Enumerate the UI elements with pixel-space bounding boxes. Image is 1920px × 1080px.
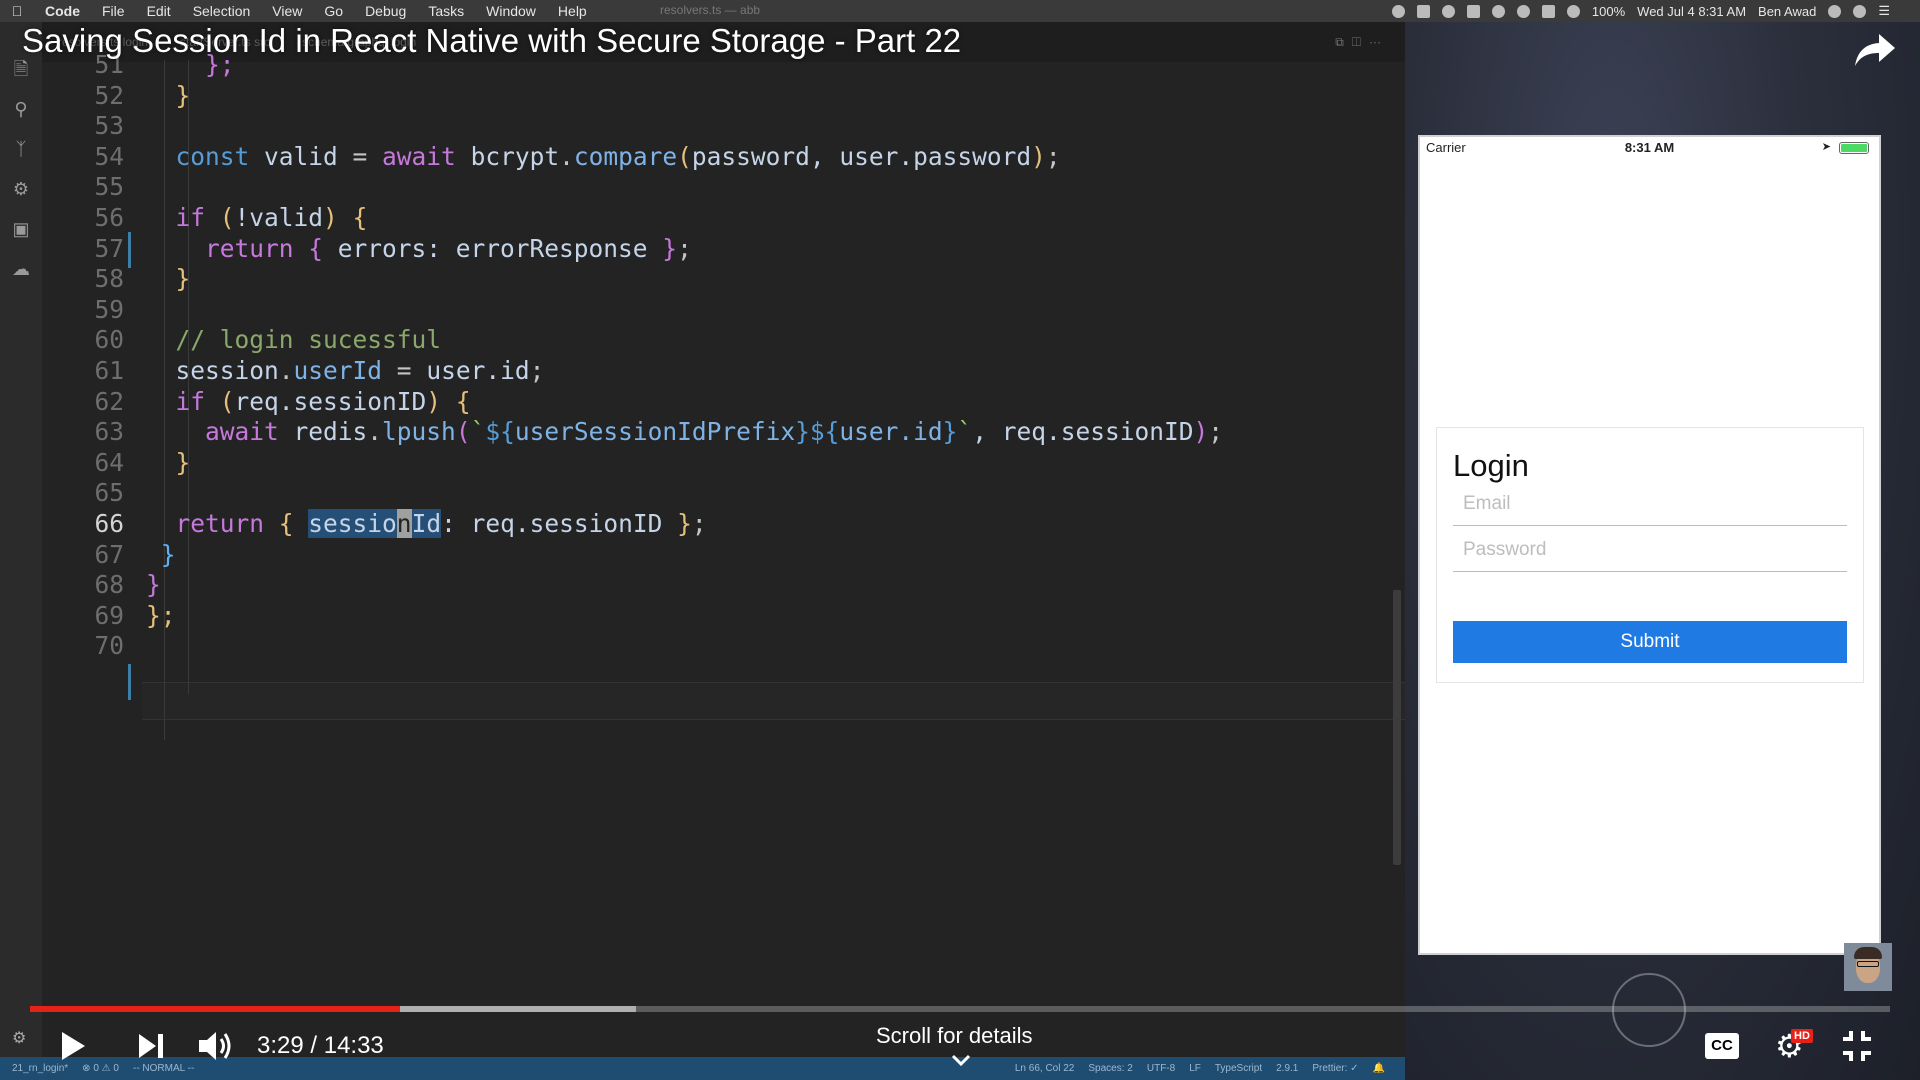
- login-title: Login: [1453, 448, 1529, 483]
- volume-icon[interactable]: [1566, 4, 1580, 18]
- share-icon[interactable]: [1853, 30, 1897, 70]
- video-title[interactable]: Saving Session Id in React Native with S…: [22, 22, 961, 60]
- volume-icon[interactable]: [196, 1027, 236, 1065]
- docker-icon[interactable]: ☁: [10, 258, 32, 280]
- menubar-user[interactable]: Ben Awad: [1758, 4, 1816, 19]
- editor-actions[interactable]: ⧉◫⋯: [1335, 35, 1405, 50]
- progress-played: [30, 1006, 401, 1012]
- email-field[interactable]: [1453, 482, 1847, 526]
- exit-fullscreen-icon[interactable]: [1840, 1027, 1874, 1065]
- battery-percent: 100%: [1591, 3, 1626, 19]
- captions-button[interactable]: CC: [1705, 1033, 1739, 1059]
- manage-gear-icon[interactable]: ⚙: [12, 1028, 26, 1048]
- mac-menu-bar:  Code File Edit Selection View Go Debug…: [0, 0, 1920, 22]
- line-text: };: [146, 600, 176, 630]
- password-input[interactable]: [1453, 528, 1847, 571]
- line-text: }: [146, 80, 191, 110]
- box-icon[interactable]: [1466, 4, 1480, 18]
- status-eol[interactable]: LF: [1189, 1063, 1201, 1074]
- line-number: 70: [94, 631, 124, 661]
- ios-simulator-screen: Carrier 8:31 AM ➤ Login Submit: [1418, 135, 1881, 955]
- settings-button[interactable]: ⚙ HD: [1775, 1027, 1815, 1065]
- phone-status-bar: Carrier 8:31 AM ➤: [1420, 137, 1879, 159]
- location-arrow-icon: ➤: [1821, 141, 1831, 153]
- status-cursor-position[interactable]: Ln 66, Col 22: [1015, 1063, 1075, 1074]
- menu-app-code[interactable]: Code: [34, 3, 91, 19]
- debug-icon[interactable]: ⚙: [10, 178, 32, 200]
- notification-center-icon[interactable]: ☰: [1878, 3, 1890, 19]
- line-text: const valid = await bcrypt.compare(passw…: [146, 141, 1061, 171]
- extensions-icon[interactable]: ▣: [10, 218, 32, 240]
- video-progress-bar[interactable]: [30, 1006, 1890, 1012]
- scroll-for-details[interactable]: Scroll for details: [876, 1023, 1033, 1049]
- menubar-clock[interactable]: Wed Jul 4 8:31 AM: [1637, 4, 1746, 19]
- activity-bar: 🗎 ⚲ ᛉ ⚙ ▣ ☁: [0, 22, 42, 1057]
- source-control-icon[interactable]: ᛉ: [10, 138, 32, 160]
- notification-icon[interactable]: [1491, 4, 1505, 18]
- line-text: }: [146, 264, 191, 294]
- status-encoding[interactable]: UTF-8: [1147, 1063, 1175, 1074]
- hd-badge: HD: [1791, 1029, 1813, 1043]
- status-prettier[interactable]: Prettier: ✓: [1312, 1063, 1358, 1074]
- time-machine-icon[interactable]: [1441, 4, 1455, 18]
- phone-clock: 8:31 AM: [1624, 140, 1675, 155]
- menu-tasks[interactable]: Tasks: [417, 3, 475, 19]
- next-video-icon[interactable]: [136, 1027, 166, 1065]
- apple-menu-icon[interactable]: : [0, 3, 34, 19]
- search-icon[interactable]: ⚲: [10, 98, 32, 120]
- status-language[interactable]: TypeScript: [1215, 1063, 1262, 1074]
- airplay-icon[interactable]: [1541, 4, 1555, 18]
- current-line-highlight: [142, 682, 1442, 720]
- line-text: return { sessionId: req.sessionID };: [146, 509, 707, 538]
- spotlight-search-icon[interactable]: [1828, 4, 1842, 18]
- gutter-modified-mark: [128, 232, 131, 268]
- channel-avatar[interactable]: [1844, 943, 1892, 991]
- email-input[interactable]: [1453, 482, 1847, 525]
- video-time: 3:29 / 14:33: [257, 1032, 384, 1059]
- code-area[interactable]: 51 }; 52 } 53 54 const valid = await bcrypt…: [42, 50, 1442, 1020]
- menu-selection[interactable]: Selection: [182, 3, 262, 19]
- line-text: return { errors: errorResponse };: [146, 233, 692, 263]
- battery-icon: [1839, 142, 1869, 154]
- status-ts-version[interactable]: 2.9.1: [1276, 1063, 1298, 1074]
- bell-icon[interactable]: 🔔: [1373, 1063, 1385, 1074]
- status-indentation[interactable]: Spaces: 2: [1088, 1063, 1132, 1074]
- login-form: Login Submit: [1436, 427, 1864, 683]
- password-field[interactable]: [1453, 528, 1847, 572]
- menu-window[interactable]: Window: [475, 3, 547, 19]
- menu-file[interactable]: File: [91, 3, 136, 19]
- window-title: resolvers.ts — abb: [660, 3, 761, 17]
- line-text: }: [146, 447, 191, 477]
- gutter-modified-mark: [128, 664, 131, 700]
- submit-button[interactable]: Submit: [1453, 621, 1847, 663]
- dropbox-icon[interactable]: [1416, 4, 1430, 18]
- menu-help[interactable]: Help: [547, 3, 598, 19]
- line-text: await redis.lpush(`${userSessionIdPrefix…: [146, 417, 1223, 447]
- editor-scrollbar[interactable]: [1393, 590, 1401, 865]
- explorer-icon[interactable]: 🗎: [10, 58, 32, 80]
- menu-debug[interactable]: Debug: [354, 3, 417, 19]
- tray-status-icon[interactable]: [1391, 4, 1405, 18]
- menu-view[interactable]: View: [261, 3, 313, 19]
- siri-icon[interactable]: [1853, 4, 1867, 18]
- play-icon[interactable]: [58, 1027, 88, 1065]
- menu-go[interactable]: Go: [313, 3, 354, 19]
- wifi-icon[interactable]: [1516, 4, 1530, 18]
- menu-edit[interactable]: Edit: [136, 3, 182, 19]
- chevron-down-icon[interactable]: [951, 1053, 971, 1067]
